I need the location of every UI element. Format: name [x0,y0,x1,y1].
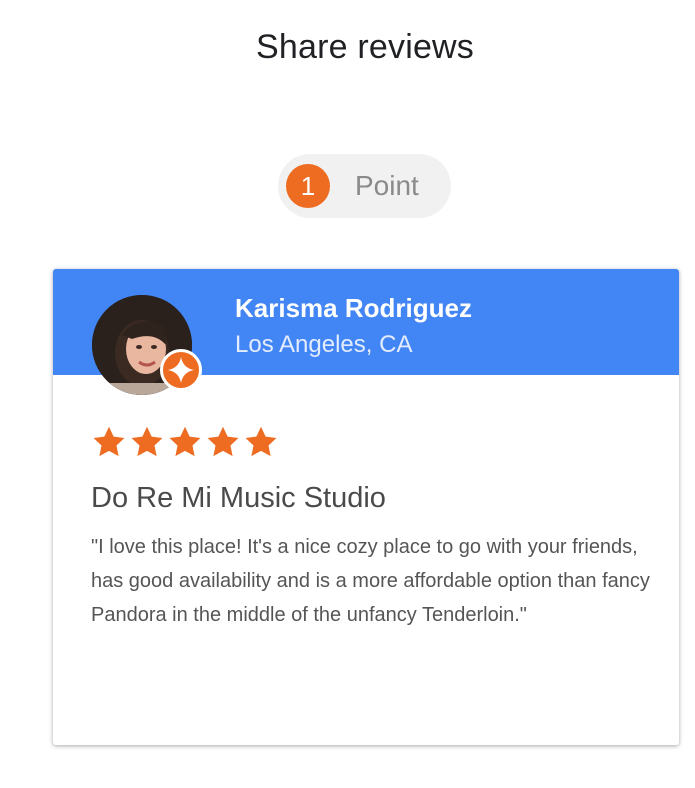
sparkle-icon [168,357,194,383]
points-count-badge: 1 [286,164,330,208]
reviewer-name: Karisma Rodriguez [235,293,472,323]
star-icon [207,426,239,457]
star-icon [169,426,201,457]
star-icon [131,426,163,457]
review-text: "I love this place! It's a nice cozy pla… [91,536,650,626]
star-icon [245,426,277,457]
points-pill: 1 Point [278,154,451,218]
review-card: Karisma Rodriguez Los Angeles, CA Do Re … [53,269,679,745]
star-rating [91,424,279,460]
place-name: Do Re Mi Music Studio [91,482,386,514]
page-title: Share reviews [255,28,475,66]
points-label: Point [355,170,419,201]
reviewer-location: Los Angeles, CA [235,331,413,358]
star-icon [93,426,125,457]
local-guide-badge [160,349,202,391]
